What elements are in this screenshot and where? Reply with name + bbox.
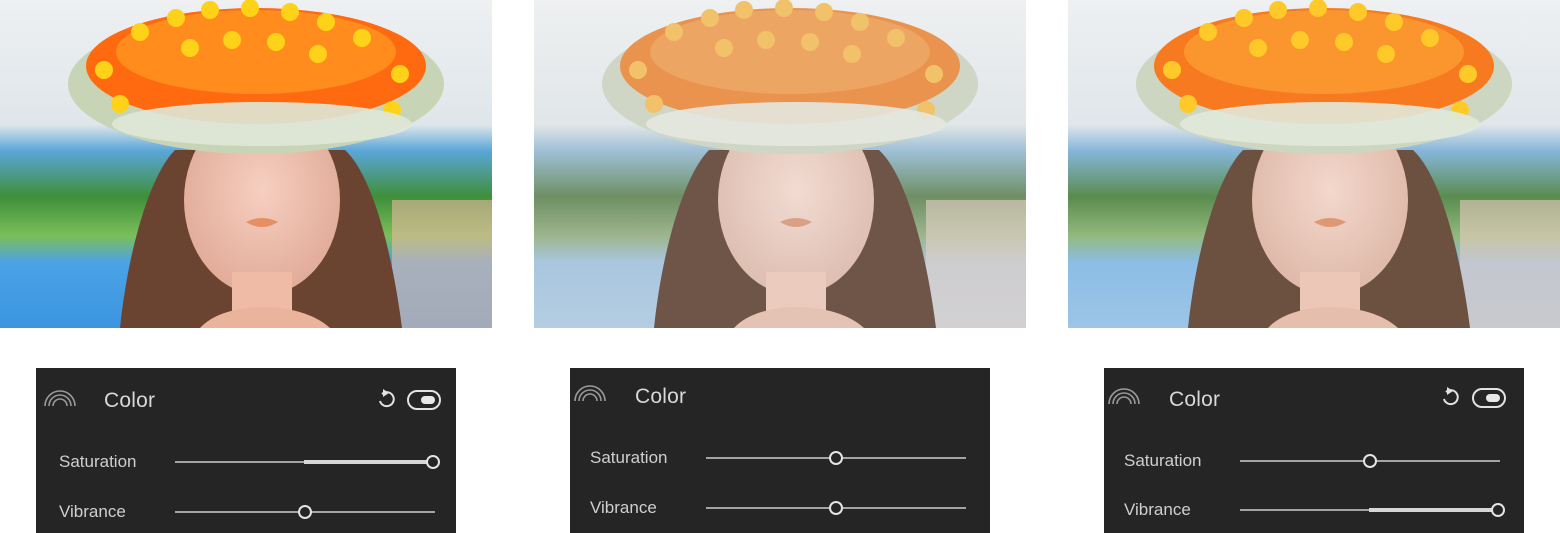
slider-label-vibrance: Vibrance [590, 498, 657, 517]
enable-toggle[interactable] [407, 390, 441, 410]
toggle-knob [1486, 394, 1500, 402]
color-panel-2: Color Saturation Vibrance [570, 368, 990, 533]
panel-title: Color [104, 389, 156, 412]
reset-arrow-icon[interactable] [376, 388, 396, 410]
slider-fill [304, 460, 433, 464]
photo-vibrance-boosted [1068, 0, 1560, 328]
saturation-slider[interactable] [1240, 454, 1500, 468]
color-panel-1: Color Saturation Vibrance [36, 368, 456, 533]
slider-thumb[interactable] [1491, 503, 1505, 517]
photo-saturation-boosted [0, 0, 492, 328]
vibrance-slider[interactable] [175, 505, 435, 519]
toggle-knob [421, 396, 435, 404]
slider-thumb[interactable] [298, 505, 312, 519]
saturation-slider[interactable] [706, 451, 966, 465]
vibrance-slider[interactable] [1240, 503, 1505, 517]
slider-label-vibrance: Vibrance [59, 502, 126, 521]
slider-thumb[interactable] [1363, 454, 1377, 468]
panel-title: Color [1169, 388, 1221, 411]
rainbow-icon [44, 390, 76, 407]
color-panel-3: Color Saturation Vibrance [1104, 368, 1524, 533]
saturation-slider[interactable] [175, 455, 440, 469]
reset-arrow-icon[interactable] [1440, 386, 1460, 408]
slider-thumb[interactable] [426, 455, 440, 469]
slider-label-saturation: Saturation [59, 452, 137, 471]
rainbow-icon [574, 385, 606, 402]
enable-toggle[interactable] [1472, 388, 1506, 408]
vibrance-slider[interactable] [706, 501, 966, 515]
slider-label-vibrance: Vibrance [1124, 500, 1191, 519]
slider-label-saturation: Saturation [590, 448, 668, 467]
rainbow-icon [1108, 388, 1140, 405]
slider-thumb[interactable] [829, 451, 843, 465]
slider-fill [1369, 508, 1498, 512]
photo-original [534, 0, 1026, 328]
slider-label-saturation: Saturation [1124, 451, 1202, 470]
panel-title: Color [635, 385, 687, 408]
slider-thumb[interactable] [829, 501, 843, 515]
